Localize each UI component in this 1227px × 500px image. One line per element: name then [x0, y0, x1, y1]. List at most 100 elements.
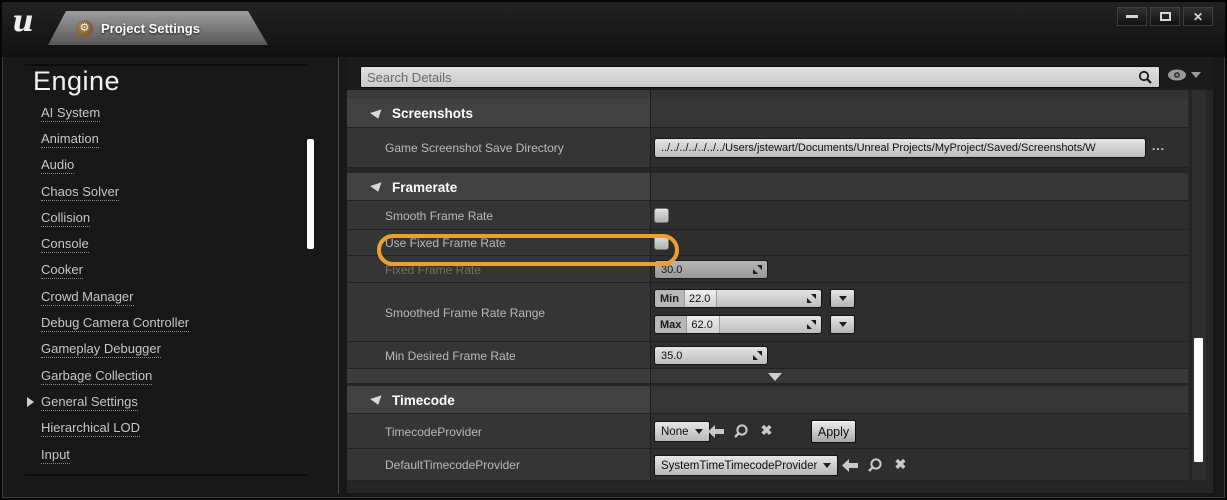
sidebar-item-gameplay-debugger[interactable]: Gameplay Debugger [17, 337, 305, 363]
apply-button[interactable]: Apply [811, 420, 856, 443]
tab-title: Project Settings [101, 21, 200, 36]
magnifier-icon [733, 423, 749, 439]
restore-button[interactable] [1150, 7, 1180, 26]
show-advanced-button[interactable] [347, 369, 1188, 384]
sidebar-item-audio[interactable]: Audio [17, 153, 305, 179]
smooth-frame-rate-checkbox[interactable] [654, 208, 669, 223]
property-label: Fixed Frame Rate [385, 263, 481, 277]
property-label: TimecodeProvider [385, 425, 482, 439]
minimize-icon [1126, 15, 1138, 18]
details-scrollbar-thumb[interactable] [1194, 338, 1203, 462]
details-tree: Screenshots Game Screenshot Save Directo… [347, 90, 1213, 493]
browse-asset-button[interactable] [731, 421, 750, 440]
property-label: DefaultTimecodeProvider [385, 458, 520, 472]
use-fixed-frame-rate-checkbox[interactable] [654, 235, 669, 250]
collapse-arrow-icon [370, 109, 384, 120]
chevron-down-icon [695, 429, 703, 434]
smoothed-range-min-input[interactable]: Min 22.0 [654, 289, 822, 308]
sidebar-item-crowd-manager[interactable]: Crowd Manager [17, 284, 305, 310]
arrow-left-icon [842, 459, 858, 472]
fixed-frame-rate-input: 30.0 [654, 260, 768, 279]
sidebar-item-chaos-solver[interactable]: Chaos Solver [17, 179, 305, 205]
sidebar-item-debug-camera-controller[interactable]: Debug Camera Controller [17, 310, 305, 336]
row-default-timecode-provider: DefaultTimecodeProvider SystemTimeTimeco… [347, 449, 1188, 481]
row-use-fixed-frame-rate: Use Fixed Frame Rate [347, 230, 1188, 256]
property-label: Use Fixed Frame Rate [385, 236, 506, 250]
browse-asset-button[interactable] [865, 455, 884, 474]
sidebar-item-ai-system[interactable]: AI System [17, 100, 305, 126]
timecode-provider-dropdown[interactable]: None [654, 421, 710, 442]
value-slider-icon [752, 350, 763, 361]
section-header-timecode[interactable]: Timecode [347, 386, 1188, 414]
chevron-down-icon [839, 296, 847, 301]
sidebar-item-cooker[interactable]: Cooker [17, 258, 305, 284]
close-icon: ✕ [1193, 11, 1203, 23]
row-fixed-frame-rate: Fixed Frame Rate 30.0 [347, 256, 1188, 283]
view-options-button[interactable] [1167, 69, 1201, 81]
row-smooth-frame-rate: Smooth Frame Rate [347, 201, 1188, 230]
expand-more-icon [768, 373, 782, 381]
sidebar-list: AI System Animation Audio Chaos Solver C… [17, 100, 305, 468]
magnifier-icon [867, 457, 883, 473]
titlebar: u ⚙ Project Settings ✕ ✕ [2, 2, 1225, 57]
section-header-screenshots[interactable]: Screenshots [347, 99, 1188, 128]
row-game-screenshot-save-directory: Game Screenshot Save Directory ../../../… [347, 128, 1188, 168]
min-range-dropdown-button[interactable] [830, 289, 855, 308]
use-selected-asset-button[interactable] [707, 422, 725, 440]
sidebar-item-animation[interactable]: Animation [17, 126, 305, 152]
sidebar-item-console[interactable]: Console [17, 231, 305, 257]
property-label: Smoothed Frame Rate Range [385, 306, 545, 320]
min-desired-frame-rate-input[interactable]: 35.0 [654, 346, 768, 365]
clear-asset-button[interactable]: ✖ [892, 456, 909, 473]
sidebar-item-garbage-collection[interactable]: Garbage Collection [17, 363, 305, 389]
search-row [347, 57, 1213, 90]
tab-project-settings[interactable]: ⚙ Project Settings [48, 11, 268, 45]
smoothed-range-max-input[interactable]: Max 62.0 [654, 315, 822, 334]
sidebar-scrollbar[interactable] [307, 139, 314, 249]
property-label: Smooth Frame Rate [385, 209, 493, 223]
collapse-arrow-icon [370, 182, 384, 193]
clear-x-icon: ✖ [895, 456, 907, 473]
column-splitter[interactable] [650, 90, 651, 480]
sidebar-item-input[interactable]: Input [17, 442, 305, 468]
property-label: Game Screenshot Save Directory [385, 141, 564, 155]
window-controls: ✕ [1117, 7, 1213, 26]
expand-arrow-icon [27, 397, 34, 407]
panel-divider [338, 57, 339, 494]
collapse-arrow-icon [370, 395, 384, 406]
search-input[interactable] [361, 70, 1138, 85]
restore-icon [1160, 12, 1171, 21]
max-chip: Max [655, 316, 687, 333]
clear-asset-button[interactable]: ✖ [758, 422, 775, 439]
project-settings-window: u ⚙ Project Settings ✕ ✕ Engine AI Syste… [0, 0, 1227, 500]
section-header-framerate[interactable]: Framerate [347, 173, 1188, 201]
close-button[interactable]: ✕ [1183, 7, 1213, 26]
chevron-down-icon [839, 322, 847, 327]
browse-directory-button[interactable]: ... [1152, 139, 1165, 153]
clear-x-icon: ✖ [761, 422, 773, 439]
gear-icon: ⚙ [76, 20, 93, 37]
max-range-dropdown-button[interactable] [830, 315, 855, 334]
save-directory-input[interactable]: ../../../../../../../Users/jstewart/Docu… [654, 138, 1146, 158]
use-selected-asset-button[interactable] [841, 456, 859, 474]
sidebar-item-collision[interactable]: Collision [17, 205, 305, 231]
details-panel: Screenshots Game Screenshot Save Directo… [347, 57, 1213, 493]
row-timecode-provider: TimecodeProvider None ✖ Apply [347, 414, 1188, 449]
sidebar-category-title: Engine [33, 66, 120, 97]
value-slider-icon [806, 293, 817, 304]
min-chip: Min [655, 290, 685, 307]
sidebar-bottom-divider [25, 474, 307, 476]
row-smoothed-frame-rate-range: Smoothed Frame Rate Range Min 22.0 Max 6… [347, 283, 1188, 342]
sidebar-item-general-settings[interactable]: General Settings [17, 389, 305, 415]
settings-sidebar: Engine AI System Animation Audio Chaos S… [17, 57, 335, 489]
unreal-engine-logo: u [12, 4, 34, 39]
default-timecode-provider-dropdown[interactable]: SystemTimeTimecodeProvider [654, 455, 838, 476]
chevron-down-icon [823, 463, 831, 468]
sidebar-item-hierarchical-lod[interactable]: Hierarchical LOD [17, 416, 305, 442]
value-slider-icon [806, 319, 817, 330]
arrow-left-icon [708, 425, 724, 438]
chevron-down-icon [1191, 72, 1201, 78]
property-label: Min Desired Frame Rate [385, 349, 516, 363]
minimize-button[interactable] [1117, 7, 1147, 26]
value-slider-icon [752, 264, 763, 275]
